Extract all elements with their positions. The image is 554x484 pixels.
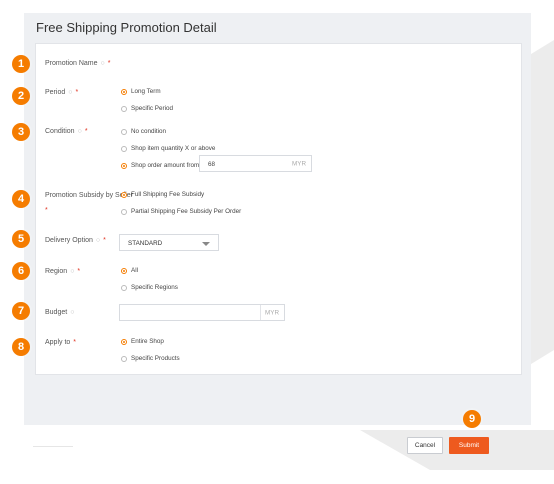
step-badge-9: 9 [463, 410, 481, 428]
subsidy-full-radio[interactable]: Full Shipping Fee Subsidy [121, 191, 204, 198]
form-card [35, 43, 522, 375]
region-all-radio[interactable]: All [121, 267, 138, 274]
required-mark: * [107, 60, 111, 67]
radio-checked-icon[interactable] [121, 267, 127, 274]
budget-label: Budget ○ [45, 309, 75, 316]
apply-to-label: Apply to * [45, 339, 77, 346]
required-mark: * [73, 339, 77, 346]
radio-unchecked-icon[interactable] [121, 145, 127, 152]
radio-unchecked-icon[interactable] [121, 105, 127, 112]
radio-unchecked-icon[interactable] [121, 355, 127, 362]
budget-input[interactable]: MYR [119, 304, 285, 321]
subsidy-partial-radio[interactable]: Partial Shipping Fee Subsidy Per Order [121, 208, 241, 215]
info-icon[interactable]: ○ [101, 60, 105, 67]
radio-checked-icon[interactable] [121, 88, 127, 95]
condition-quantity-radio[interactable]: Shop item quantity X or above [121, 145, 215, 152]
info-icon[interactable]: ○ [96, 237, 100, 244]
cancel-button[interactable]: Cancel [407, 437, 443, 454]
input-divider [260, 305, 261, 320]
chevron-down-icon [202, 242, 210, 246]
condition-label: Condition ○ * [45, 128, 88, 135]
step-badge-1: 1 [12, 55, 30, 73]
currency-suffix: MYR [265, 309, 279, 316]
condition-amount-radio[interactable]: Shop order amount from [121, 162, 199, 169]
region-specific-radio[interactable]: Specific Regions [121, 284, 178, 291]
page-title: Free Shipping Promotion Detail [36, 20, 217, 35]
submit-button[interactable]: Submit [449, 437, 489, 454]
period-specific-radio[interactable]: Specific Period [121, 105, 173, 112]
condition-none-radio[interactable]: No condition [121, 128, 166, 135]
step-badge-8: 8 [12, 338, 30, 356]
step-badge-2: 2 [12, 87, 30, 105]
promotion-name-label: Promotion Name ○ * [45, 60, 111, 67]
period-long-term-radio[interactable]: Long Term [121, 88, 161, 95]
info-icon[interactable]: ○ [68, 89, 72, 96]
step-badge-6: 6 [12, 262, 30, 280]
currency-suffix: MYR [292, 160, 306, 167]
step-badge-7: 7 [12, 302, 30, 320]
required-mark: * [84, 128, 88, 135]
required-mark: * [75, 89, 79, 96]
step-badge-3: 3 [12, 123, 30, 141]
radio-checked-icon[interactable] [121, 338, 127, 345]
order-amount-value: 68 [208, 161, 216, 168]
subsidy-label: Promotion Subsidy by Seller [45, 192, 133, 199]
order-amount-input[interactable]: 68 MYR [199, 155, 312, 172]
radio-unchecked-icon[interactable] [121, 208, 127, 215]
info-icon[interactable]: ○ [70, 268, 74, 275]
delivery-option-select[interactable]: STANDARD [119, 234, 219, 251]
radio-unchecked-icon[interactable] [121, 284, 127, 291]
radio-checked-icon[interactable] [121, 162, 127, 169]
required-mark: * [45, 207, 48, 214]
footer-divider [33, 446, 73, 447]
apply-entire-shop-radio[interactable]: Entire Shop [121, 338, 164, 345]
required-mark: * [77, 268, 81, 275]
delivery-option-value: STANDARD [128, 240, 163, 247]
step-badge-4: 4 [12, 190, 30, 208]
region-label: Region ○ * [45, 268, 81, 275]
delivery-label: Delivery Option ○ * [45, 237, 106, 244]
info-icon[interactable]: ○ [78, 128, 82, 135]
radio-unchecked-icon[interactable] [121, 128, 127, 135]
step-badge-5: 5 [12, 230, 30, 248]
radio-checked-icon[interactable] [121, 191, 127, 198]
apply-specific-products-radio[interactable]: Specific Products [121, 355, 180, 362]
info-icon[interactable]: ○ [70, 309, 74, 316]
period-label: Period ○ * [45, 89, 79, 96]
required-mark: * [103, 237, 106, 244]
